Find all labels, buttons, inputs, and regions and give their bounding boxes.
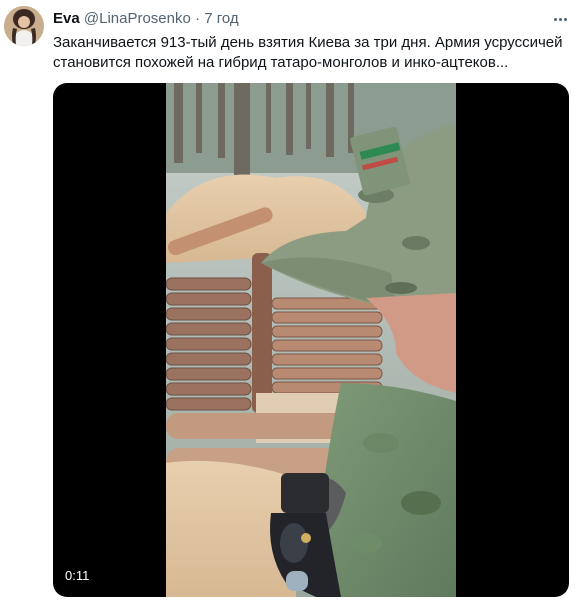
more-horizontal-icon[interactable] xyxy=(548,9,572,29)
tweet[interactable]: Eva @LinaProsenko · 7 год Заканчивается … xyxy=(0,0,584,603)
avatar[interactable] xyxy=(4,6,44,46)
video-player[interactable]: 0:11 xyxy=(53,83,569,597)
separator-dot: · xyxy=(195,10,201,27)
timestamp[interactable]: 7 год xyxy=(204,10,238,27)
video-duration: 0:11 xyxy=(65,568,90,583)
video-frame xyxy=(166,83,456,597)
author-handle[interactable]: @LinaProsenko xyxy=(84,10,191,27)
author-name[interactable]: Eva xyxy=(53,10,80,27)
tweet-text: Заканчивается 913-тый день взятия Киева … xyxy=(53,34,563,71)
tweet-header: Eva @LinaProsenko · 7 год xyxy=(53,9,239,28)
